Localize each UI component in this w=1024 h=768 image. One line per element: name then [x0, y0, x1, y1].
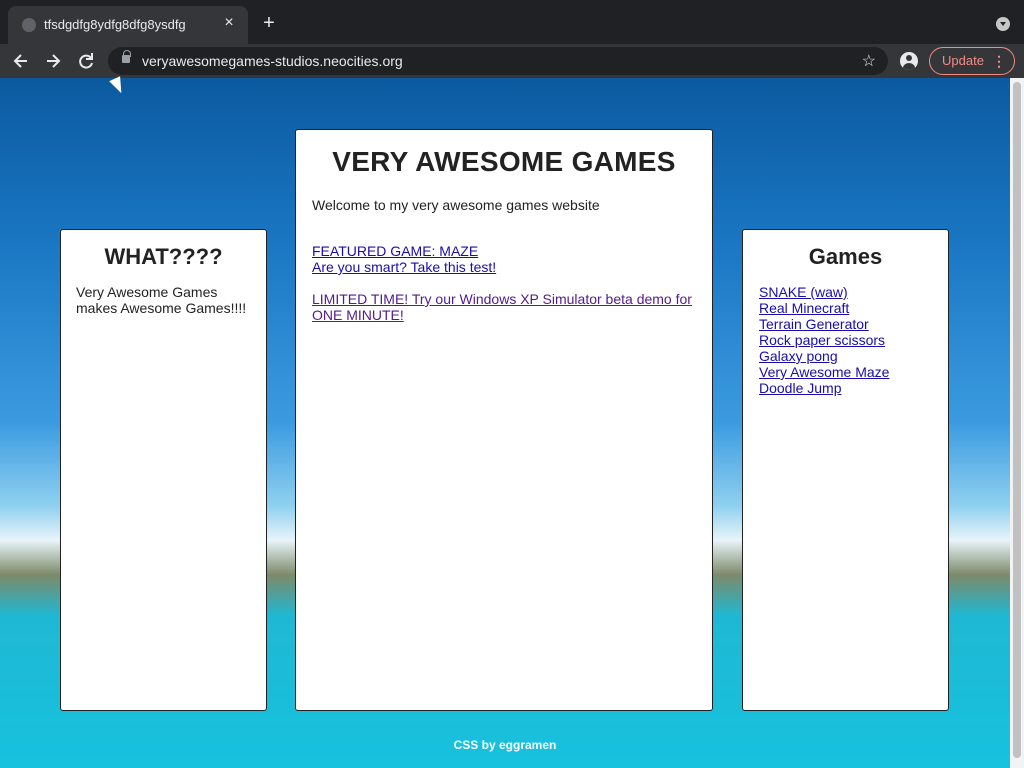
list-item: Very Awesome Maze	[759, 364, 932, 380]
browser-toolbar: veryawesomegames-studios.neocities.org ☆…	[0, 44, 1024, 78]
arrow-left-icon	[13, 54, 27, 68]
game-link-terrain[interactable]: Terrain Generator	[759, 316, 869, 332]
menu-dots-icon: ⋮	[992, 53, 1006, 69]
game-link-doodle[interactable]: Doodle Jump	[759, 380, 842, 396]
arrow-right-icon	[47, 54, 61, 68]
games-title: Games	[808, 244, 883, 269]
games-panel: Games SNAKE (waw) Real Minecraft Terrain…	[742, 229, 949, 711]
about-panel: WHAT???? Very Awesome Games makes Awesom…	[60, 229, 267, 711]
games-list: SNAKE (waw) Real Minecraft Terrain Gener…	[743, 284, 948, 396]
forward-button[interactable]	[42, 50, 64, 72]
about-title: WHAT????	[104, 244, 223, 269]
list-item: Doodle Jump	[759, 380, 932, 396]
address-bar[interactable]: veryawesomegames-studios.neocities.org ☆	[108, 47, 888, 75]
tab-strip: tfsdgdfg8ydfg8dfg8ysdfg × +	[0, 0, 1024, 44]
reload-icon	[79, 53, 93, 69]
page-viewport: WHAT???? Very Awesome Games makes Awesom…	[0, 78, 1024, 768]
footer-credit: CSS by eggramen	[453, 738, 557, 752]
update-label: Update	[942, 53, 984, 68]
game-link-pong[interactable]: Galaxy pong	[759, 348, 838, 364]
scrollbar-thumb[interactable]	[1013, 82, 1021, 758]
about-text: Very Awesome Games makes Awesome Games!!…	[76, 284, 247, 316]
game-link-maze[interactable]: Very Awesome Maze	[759, 364, 889, 380]
list-item: Terrain Generator	[759, 316, 932, 332]
xp-simulator-link[interactable]: LIMITED TIME! Try our Windows XP Simulat…	[312, 291, 696, 323]
close-icon[interactable]: ×	[220, 14, 238, 32]
game-link-rps[interactable]: Rock paper scissors	[759, 332, 885, 348]
lock-icon[interactable]	[122, 50, 131, 63]
update-button[interactable]: Update ⋮	[929, 47, 1015, 75]
list-item: Galaxy pong	[759, 348, 932, 364]
game-link-minecraft[interactable]: Real Minecraft	[759, 300, 849, 316]
bookmark-star-icon[interactable]: ☆	[862, 51, 876, 71]
new-tab-button[interactable]: +	[260, 13, 278, 33]
url-text[interactable]: veryawesomegames-studios.neocities.org	[142, 53, 403, 69]
profile-icon[interactable]	[900, 52, 918, 70]
welcome-text: Welcome to my very awesome games website	[312, 197, 600, 213]
smart-test-link[interactable]: Are you smart? Take this test!	[312, 259, 696, 275]
site-title: VERY AWESOME GAMES	[332, 146, 676, 177]
reload-button[interactable]	[75, 50, 97, 72]
featured-links: FEATURED GAME: MAZE Are you smart? Take …	[296, 243, 712, 323]
browser-tab[interactable]: tfsdgdfg8ydfg8dfg8ysdfg ×	[8, 6, 248, 44]
page-scrollbar[interactable]	[1010, 78, 1024, 768]
list-item: Real Minecraft	[759, 300, 932, 316]
globe-icon	[22, 18, 36, 32]
list-item: SNAKE (waw)	[759, 284, 932, 300]
tab-title: tfsdgdfg8ydfg8dfg8ysdfg	[44, 17, 186, 32]
game-link-snake[interactable]: SNAKE (waw)	[759, 284, 848, 300]
list-item: Rock paper scissors	[759, 332, 932, 348]
featured-game-link[interactable]: FEATURED GAME: MAZE	[312, 243, 696, 259]
back-button[interactable]	[10, 50, 32, 72]
main-panel: VERY AWESOME GAMES Welcome to my very aw…	[295, 129, 713, 711]
tab-search-icon[interactable]	[996, 17, 1010, 31]
